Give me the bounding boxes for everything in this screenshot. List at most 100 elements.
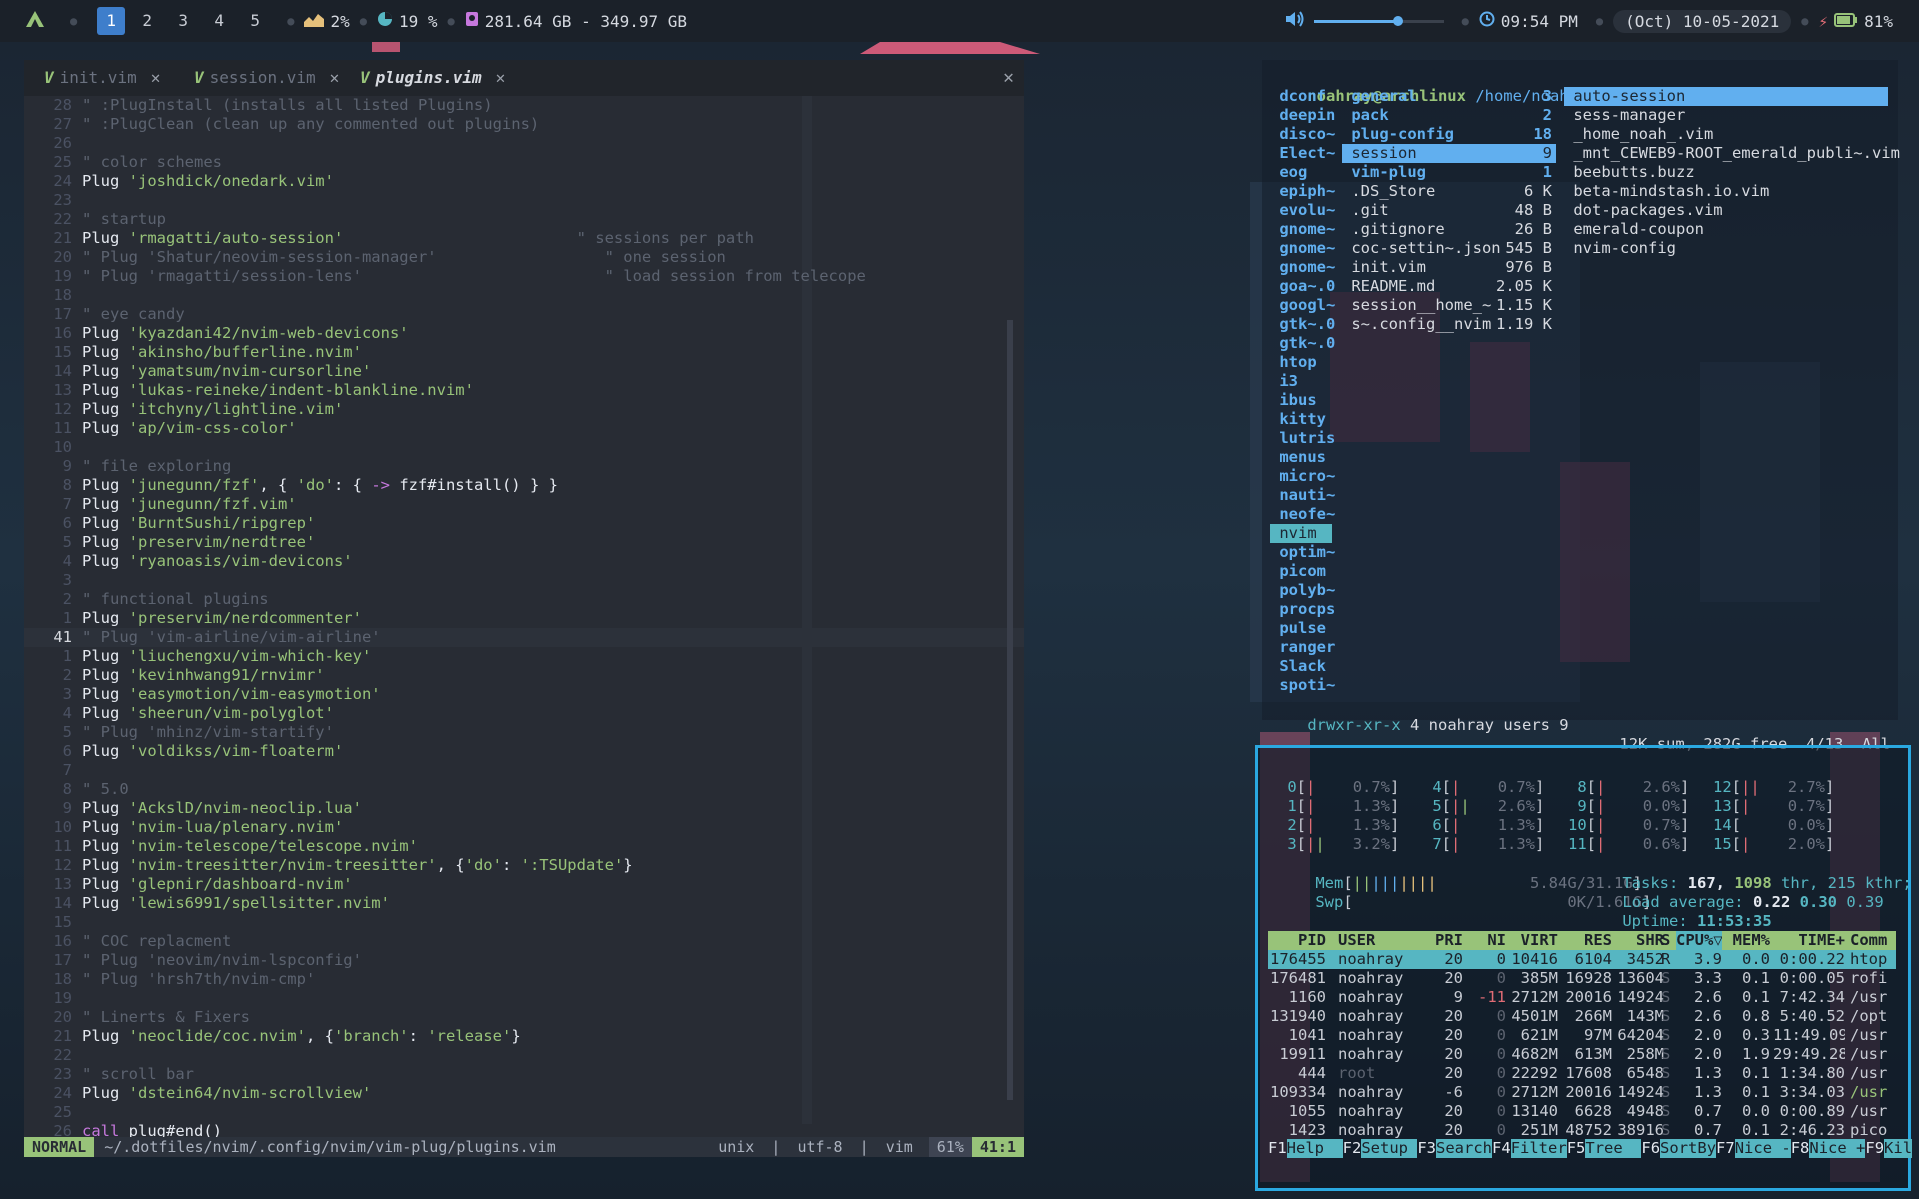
- column-header[interactable]: SHR: [1616, 931, 1664, 950]
- column-header[interactable]: MEM%: [1730, 931, 1770, 950]
- volume-slider[interactable]: [1313, 13, 1444, 29]
- ranger-dir-entry[interactable]: menus: [1270, 448, 1332, 467]
- ranger-preview-entry[interactable]: emerald-coupon: [1564, 220, 1704, 239]
- ranger-dir-entry[interactable]: neofe~: [1270, 505, 1335, 524]
- workspace-1[interactable]: 1: [97, 7, 126, 35]
- ranger-dir-entry[interactable]: lutris: [1270, 429, 1335, 448]
- ranger-dir-entry[interactable]: Slack: [1270, 657, 1332, 676]
- ranger-dir-entry[interactable]: gtk~.0: [1270, 334, 1335, 353]
- ranger-preview-entry[interactable]: beta-mindstash.io.vim: [1564, 182, 1769, 201]
- function-key-nice[interactable]: Nice +: [1809, 1139, 1866, 1158]
- ranger-preview-entry[interactable]: _mnt_CEWEB9-ROOT_emerald_publi~.vim: [1564, 144, 1900, 163]
- code-line[interactable]: 17 " eye candy: [24, 305, 184, 324]
- code-line[interactable]: 20 " Plug 'Shatur/neovim-session-manager'…: [24, 248, 726, 267]
- code-line[interactable]: 9 " file exploring: [24, 457, 232, 476]
- ranger-dir-entry[interactable]: kitty: [1270, 410, 1332, 429]
- code-line[interactable]: 25: [24, 1103, 82, 1122]
- code-line[interactable]: 25 " color schemes: [24, 153, 222, 172]
- workspace-2[interactable]: 2: [133, 7, 161, 35]
- volume-knob[interactable]: [1393, 16, 1404, 26]
- code-line[interactable]: 14 Plug 'lewis6991/spellsitter.nvim': [24, 894, 390, 913]
- ranger-file-entry[interactable]: s~.config__nvim 1.19 K: [1342, 315, 1556, 334]
- ranger-preview-entry[interactable]: auto-session: [1564, 87, 1888, 106]
- close-icon[interactable]: ✕: [151, 68, 161, 87]
- ranger-file-entry[interactable]: .gitignore 26 B: [1342, 220, 1556, 239]
- code-line[interactable]: 17 " Plug 'neovim/nvim-lspconfig': [24, 951, 362, 970]
- ranger-preview-entry[interactable]: beebutts.buzz: [1564, 163, 1694, 182]
- column-header[interactable]: CPU%▽: [1676, 931, 1722, 950]
- ranger-dir-entry[interactable]: micro~: [1270, 467, 1335, 486]
- code-line[interactable]: 12 Plug 'nvim-treesitter/nvim-treesitter'…: [24, 856, 632, 875]
- code-line[interactable]: 7: [24, 761, 82, 780]
- workspace-5[interactable]: 5: [241, 7, 269, 35]
- function-key-search[interactable]: Search: [1436, 1139, 1493, 1158]
- code-line[interactable]: 16 Plug 'kyazdani42/nvim-web-devicons': [24, 324, 408, 343]
- code-line[interactable]: 27 " :PlugClean (clean up any commented o…: [24, 115, 539, 134]
- ranger-file-entry[interactable]: coc-settin~.json 545 B: [1342, 239, 1556, 258]
- ranger-dir-entry[interactable]: procps: [1270, 600, 1335, 619]
- code-line[interactable]: 15: [24, 913, 82, 932]
- code-line[interactable]: 3: [24, 571, 82, 590]
- code-line[interactable]: 10: [24, 438, 82, 457]
- column-header[interactable]: USER: [1338, 931, 1418, 950]
- process-table-header[interactable]: PID USER PRI NI VIRT RES SHR S CPU%▽ MEM% TIME+ Com…: [1268, 931, 1896, 950]
- ranger-dir-entry[interactable]: nauti~: [1270, 486, 1335, 505]
- ranger-dir-entry[interactable]: eog: [1270, 163, 1332, 182]
- ranger-file-entry[interactable]: plug-config 18: [1342, 125, 1556, 144]
- code-line[interactable]: 20 " Linerts & Fixers: [24, 1008, 250, 1027]
- ranger-dir-entry[interactable]: spoti~: [1270, 676, 1335, 695]
- ranger-dir-entry[interactable]: gnome~: [1270, 258, 1335, 277]
- code-line[interactable]: 2 " functional plugins: [24, 590, 269, 609]
- process-row[interactable]: 1160 noahray 9 -11 2712M 20016 14924 S 2.6 0.1 7:4…: [1268, 988, 1896, 1007]
- code-line[interactable]: 7 Plug 'junegunn/fzf.vim': [24, 495, 297, 514]
- code-line[interactable]: 3 Plug 'easymotion/vim-easymotion': [24, 685, 381, 704]
- ranger-dir-entry[interactable]: gnome~: [1270, 220, 1335, 239]
- code-line[interactable]: 19 " Plug 'rmagatti/session-lens' " load …: [24, 267, 866, 286]
- function-key-help[interactable]: Help: [1286, 1139, 1343, 1158]
- code-line[interactable]: 23: [24, 191, 82, 210]
- code-line[interactable]: 19: [24, 989, 82, 1008]
- ranger-dir-entry[interactable]: picom: [1270, 562, 1332, 581]
- ranger-dir-entry[interactable]: epiph~: [1270, 182, 1335, 201]
- code-line[interactable]: 16 " COC replacment: [24, 932, 231, 951]
- ranger-file-manager[interactable]: noahray@archlinux /home/noahray/.config/…: [1262, 60, 1900, 753]
- ranger-dir-entry[interactable]: Elect~: [1270, 144, 1335, 163]
- ranger-dir-entry[interactable]: dconf: [1270, 87, 1332, 106]
- ranger-preview-entry[interactable]: nvim-config: [1564, 239, 1676, 258]
- ranger-dir-entry[interactable]: i3: [1270, 372, 1332, 391]
- ranger-file-entry[interactable]: .DS_Store 6 K: [1342, 182, 1556, 201]
- code-line[interactable]: 22 " startup: [24, 210, 166, 229]
- code-line[interactable]: 41 " Plug 'vim-airline/vim-airline': [24, 628, 1024, 647]
- process-row[interactable]: 19911 noahray 20 0 4682M 613M 258M S 2.0 1.9 29:49…: [1268, 1045, 1896, 1064]
- column-header[interactable]: S: [1661, 931, 1675, 950]
- code-line[interactable]: 18 " Plug 'hrsh7th/nvim-cmp': [24, 970, 315, 989]
- code-line[interactable]: 12 Plug 'itchyny/lightline.vim': [24, 400, 343, 419]
- ranger-file-entry[interactable]: session 9: [1342, 144, 1556, 163]
- process-row[interactable]: 1423 noahray 20 0 251M 48752 38916 S 0.7 0.1 2:46.…: [1268, 1121, 1896, 1140]
- code-line[interactable]: 13 Plug 'glepnir/dashboard-nvim': [24, 875, 352, 894]
- code-line[interactable]: 14 Plug 'yamatsum/nvim-cursorline': [24, 362, 371, 381]
- code-line[interactable]: 13 Plug 'lukas-reineke/indent-blankline.n…: [24, 381, 474, 400]
- htop-window[interactable]: 0[| 0.7%] 1[| 1.3%] 2[| 1.3%] 3[|| 3.2%]…: [1255, 745, 1913, 1191]
- close-icon[interactable]: ✕: [1003, 60, 1014, 96]
- scrollbar[interactable]: [1007, 320, 1013, 1100]
- code-line[interactable]: 24 Plug 'joshdick/onedark.vim': [24, 172, 334, 191]
- code-line[interactable]: 4 Plug 'sheerun/vim-polyglot': [24, 704, 334, 723]
- code-line[interactable]: 11 Plug 'nvim-telescope/telescope.nvim': [24, 837, 418, 856]
- code-line[interactable]: 4 Plug 'ryanoasis/vim-devicons': [24, 552, 353, 571]
- ranger-dir-entry[interactable]: disco~: [1270, 125, 1335, 144]
- ranger-dir-entry[interactable]: goa~.0: [1270, 277, 1335, 296]
- ranger-file-entry[interactable]: general 3: [1342, 87, 1556, 106]
- ranger-dir-entry[interactable]: ibus: [1270, 391, 1332, 410]
- code-line[interactable]: 8 Plug 'junegunn/fzf', { 'do': { -> fzf#i…: [24, 476, 558, 495]
- neovim-window[interactable]: Vinit.vim ✕ Vsession.vim ✕ Vplugins.vim ✕ ✕ 2…: [24, 60, 1024, 1157]
- code-line[interactable]: 10 Plug 'nvim-lua/plenary.nvim': [24, 818, 343, 837]
- code-line[interactable]: 6 Plug 'BurntSushi/ripgrep': [24, 514, 316, 533]
- code-line[interactable]: 22: [24, 1046, 82, 1065]
- code-line[interactable]: 24 Plug 'dstein64/nvim-scrollview': [24, 1084, 371, 1103]
- ranger-preview-entry[interactable]: dot-packages.vim: [1564, 201, 1722, 220]
- ranger-file-entry[interactable]: .git 48 B: [1342, 201, 1556, 220]
- code-line[interactable]: 21 Plug 'rmagatti/auto-session' " session…: [24, 229, 754, 248]
- column-header[interactable]: VIRT: [1508, 931, 1558, 950]
- process-row[interactable]: 176455 noahray 20 0 10416 6104 3452 R 3.9 0.0 0:00…: [1268, 950, 1896, 969]
